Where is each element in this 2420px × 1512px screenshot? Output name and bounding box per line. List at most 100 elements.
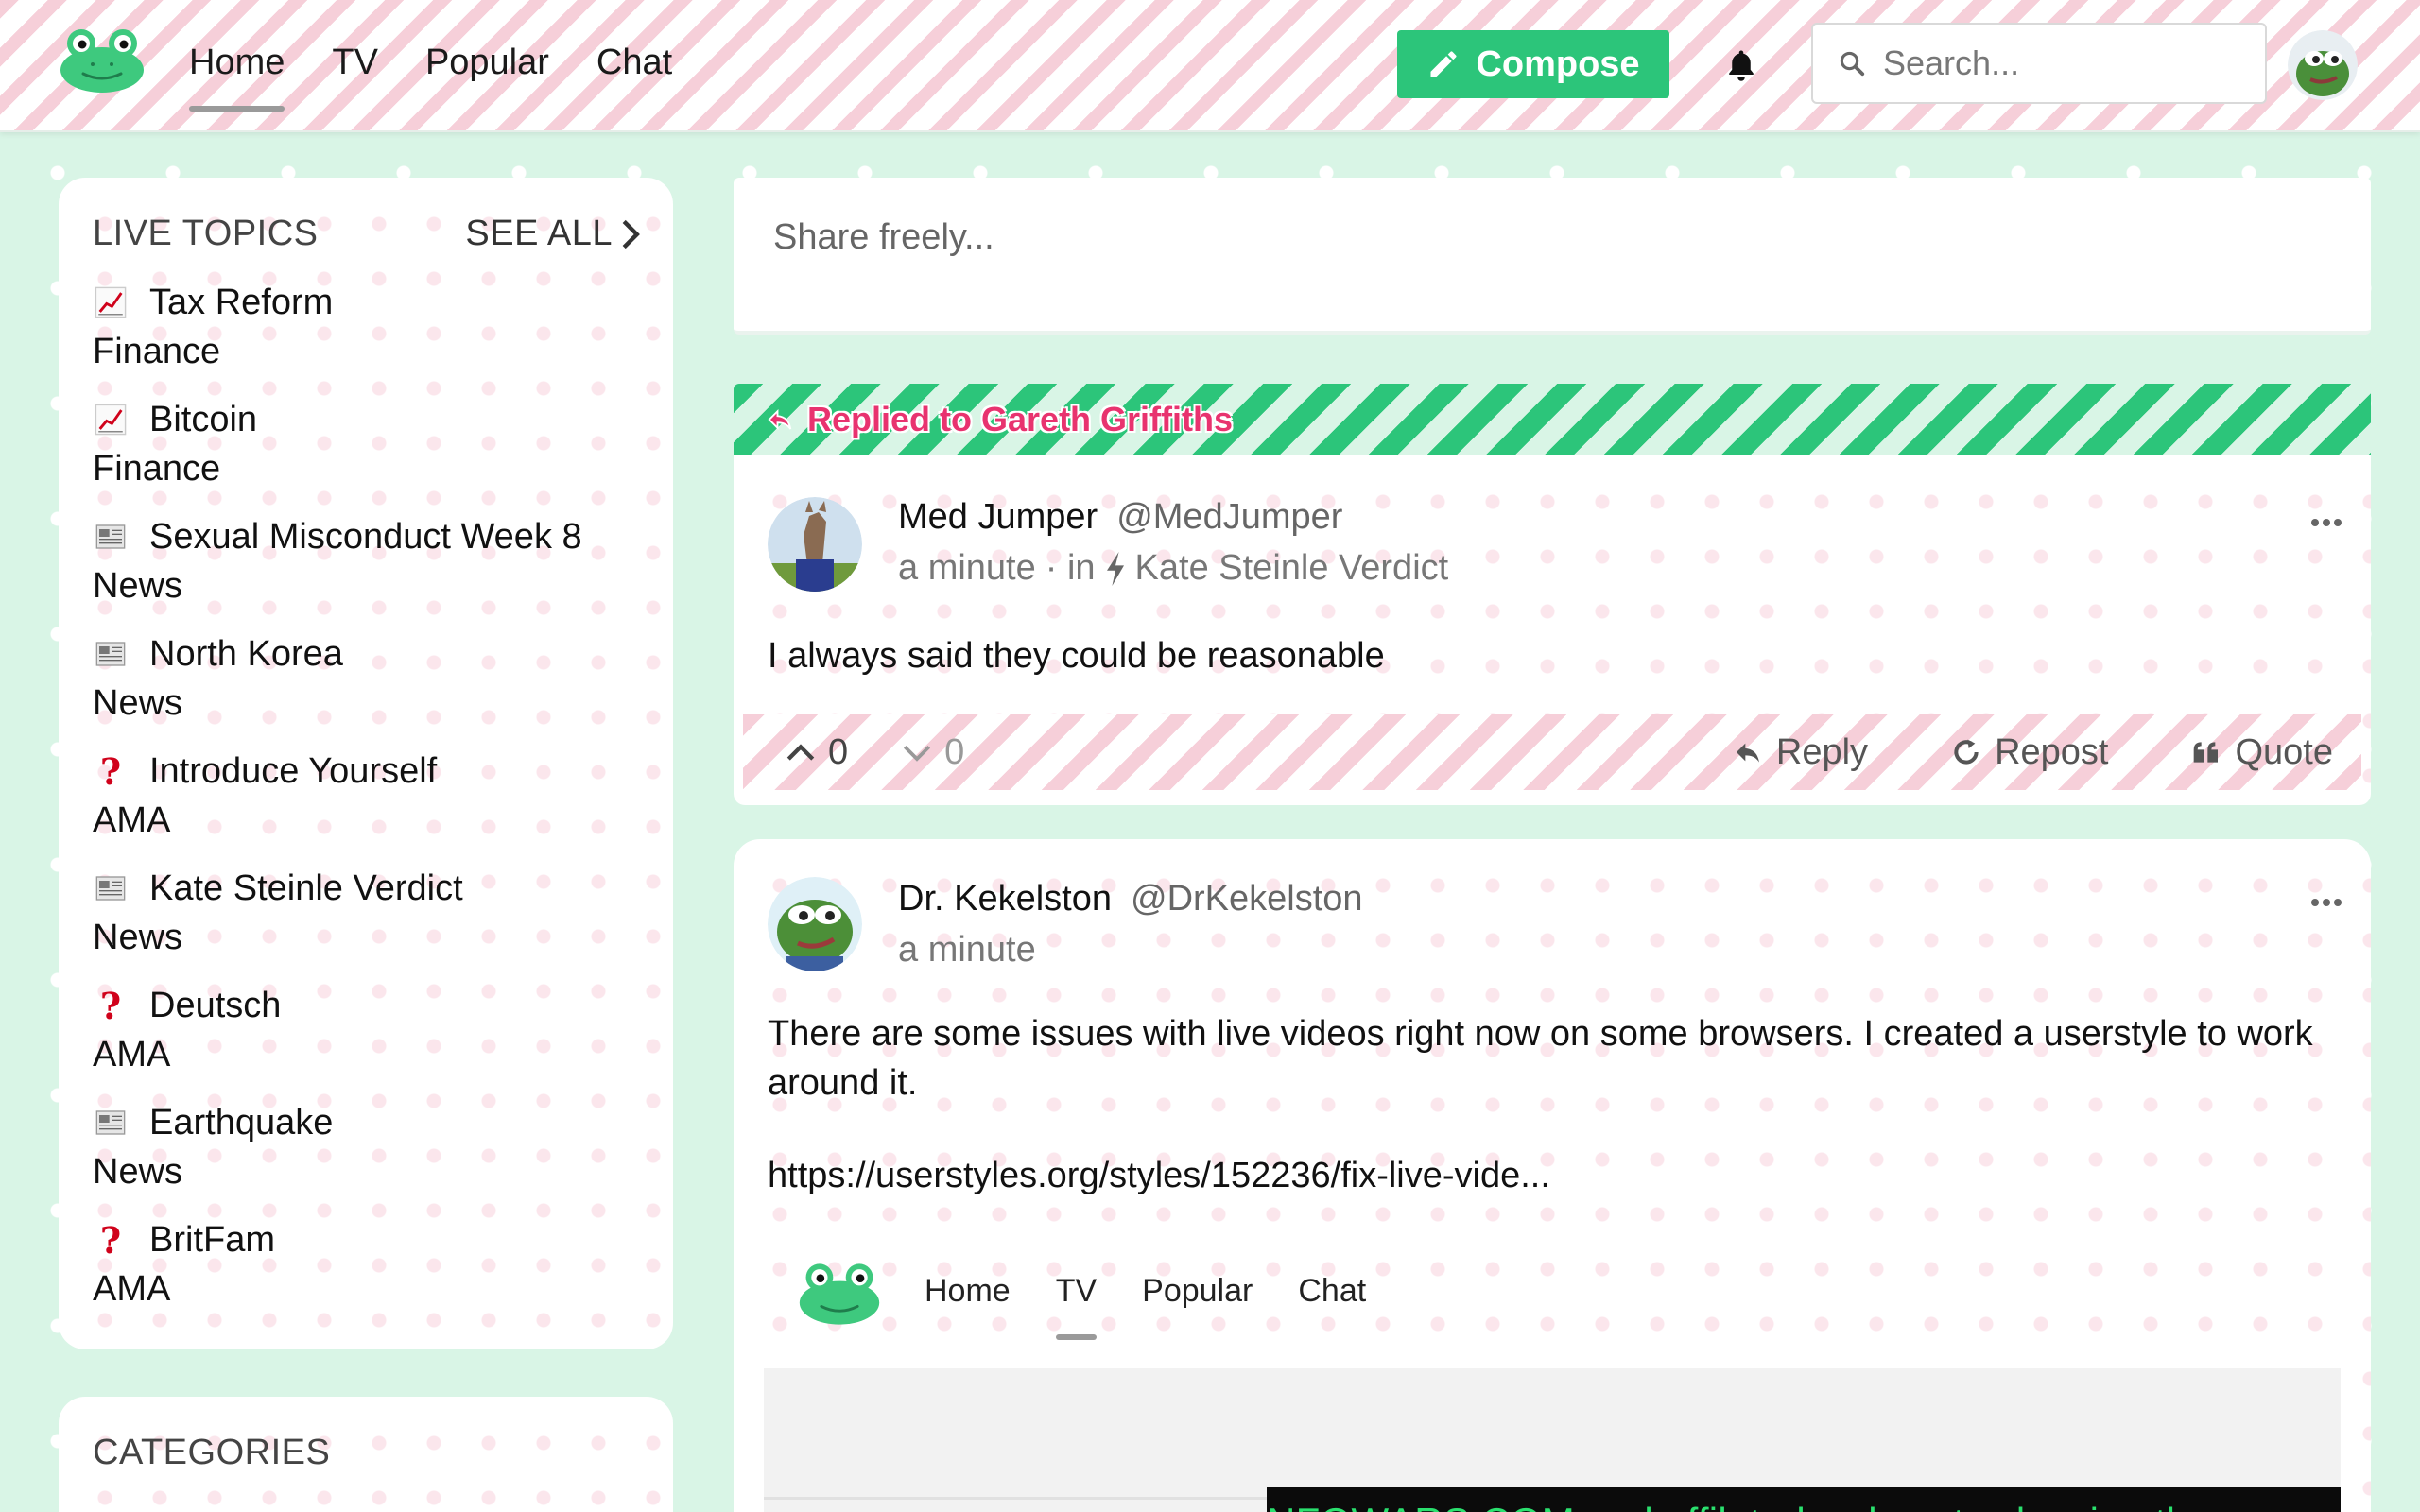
topic-title: Tax Reform bbox=[149, 282, 334, 322]
search-input[interactable] bbox=[1883, 43, 2242, 83]
topic-item[interactable]: Bitcoin Finance bbox=[93, 395, 582, 512]
post-author-handle[interactable]: @DrKekelston bbox=[1131, 879, 1363, 919]
main-nav: Home TV Popular Chat bbox=[189, 0, 696, 132]
notification-bell-icon[interactable] bbox=[1724, 47, 1758, 85]
more-options-icon[interactable] bbox=[2310, 518, 2342, 527]
upvote-button[interactable]: 0 bbox=[785, 732, 848, 773]
topic-title: Introduce Yourself bbox=[149, 750, 438, 791]
reply-banner[interactable]: Replied to Gareth Griffiths bbox=[734, 384, 2371, 455]
post-body: There are some issues with live videos r… bbox=[768, 1014, 2313, 1103]
chart-icon bbox=[93, 402, 129, 438]
downvote-icon bbox=[904, 746, 931, 762]
post-author-row: Med Jumper @MedJumper bbox=[898, 497, 1342, 538]
newspaper-icon bbox=[93, 519, 129, 555]
topic-item[interactable]: Kate Steinle Verdict News bbox=[93, 864, 582, 981]
topic-item[interactable]: Earthquake News bbox=[93, 1098, 582, 1215]
downvote-count: 0 bbox=[944, 731, 965, 772]
nav-home[interactable]: Home bbox=[189, 0, 308, 132]
post-meta: a minute bbox=[898, 930, 1036, 971]
post-topic-link[interactable]: Kate Steinle Verdict bbox=[1135, 548, 1449, 589]
question-icon: ? bbox=[99, 1218, 122, 1262]
quote-button[interactable]: Quote bbox=[2191, 732, 2333, 773]
embed-video-caption: NFOWARS.COM and affilated webcasts showi… bbox=[1267, 1487, 2341, 1512]
live-topics-panel: LIVE TOPICS SEE ALL Tax Reform Finance B… bbox=[59, 178, 673, 1349]
topic-item[interactable]: Tax Reform Finance bbox=[93, 278, 582, 395]
repost-button[interactable]: Repost bbox=[1951, 732, 2108, 773]
lightning-icon bbox=[1106, 551, 1124, 586]
post-composer[interactable] bbox=[734, 178, 2371, 335]
topic-title: BritFam bbox=[149, 1219, 275, 1260]
newspaper-icon bbox=[93, 1105, 129, 1141]
frog-logo-icon bbox=[799, 1263, 880, 1325]
topic-category: Finance bbox=[93, 449, 221, 489]
repost-label: Repost bbox=[1995, 731, 2109, 772]
topic-item[interactable]: North Korea News bbox=[93, 629, 582, 747]
search-icon bbox=[1840, 51, 1865, 77]
more-options-icon[interactable] bbox=[2310, 898, 2342, 907]
topic-category: News bbox=[93, 1152, 183, 1192]
chevron-right-icon bbox=[622, 219, 640, 249]
question-icon: ? bbox=[99, 984, 122, 1027]
composer-input[interactable] bbox=[773, 217, 2286, 258]
search-box[interactable] bbox=[1811, 23, 2267, 104]
topic-title: Earthquake bbox=[149, 1102, 334, 1143]
post-author-name[interactable]: Dr. Kekelston bbox=[898, 879, 1112, 919]
post-time[interactable]: a minute bbox=[898, 930, 1036, 971]
chart-icon bbox=[93, 284, 129, 320]
embed-nav-popular: Popular bbox=[1142, 1273, 1253, 1309]
topic-category: AMA bbox=[93, 1269, 171, 1309]
pencil-icon bbox=[1430, 51, 1457, 77]
topic-title: North Korea bbox=[149, 633, 343, 674]
nav-chat[interactable]: Chat bbox=[573, 0, 696, 132]
topic-item[interactable]: ? BritFam AMA bbox=[93, 1215, 582, 1332]
embed-nav-tv: TV bbox=[1033, 1227, 1119, 1355]
live-topics-header: LIVE TOPICS SEE ALL bbox=[93, 214, 641, 254]
newspaper-icon bbox=[93, 870, 129, 906]
reply-button[interactable]: Reply bbox=[1733, 732, 1868, 773]
reply-arrow-icon bbox=[768, 408, 792, 431]
categories-panel: CATEGORIES bbox=[59, 1397, 673, 1512]
post-time[interactable]: a minute bbox=[898, 548, 1036, 589]
post-in-label: · in bbox=[1045, 548, 1096, 588]
user-avatar[interactable] bbox=[2288, 30, 2358, 100]
topic-category: AMA bbox=[93, 1035, 171, 1074]
live-topics-title: LIVE TOPICS bbox=[93, 214, 319, 253]
post-author-avatar[interactable] bbox=[768, 497, 862, 592]
topic-category: News bbox=[93, 683, 183, 723]
post-author-handle[interactable]: @MedJumper bbox=[1116, 497, 1342, 538]
topic-item[interactable]: ? Introduce Yourself AMA bbox=[93, 747, 582, 864]
nav-tv[interactable]: TV bbox=[308, 0, 402, 132]
post-body: I always said they could be reasonable bbox=[768, 636, 1385, 676]
nav-popular[interactable]: Popular bbox=[402, 0, 573, 132]
embedded-screenshot[interactable]: Home TV Popular Chat NFOWARS.COM and aff… bbox=[764, 1227, 2341, 1512]
quote-icon bbox=[2194, 742, 2219, 763]
quote-label: Quote bbox=[2235, 731, 2333, 772]
post-meta: a minute · in Kate Steinle Verdict bbox=[898, 548, 1448, 589]
topic-list: Tax Reform Finance Bitcoin Finance Sexua… bbox=[93, 278, 582, 1332]
frog-logo-icon[interactable] bbox=[57, 26, 147, 94]
post-author-avatar[interactable] bbox=[768, 877, 862, 971]
topic-title: Bitcoin bbox=[149, 399, 258, 439]
upvote-icon bbox=[786, 744, 815, 761]
topic-title: Kate Steinle Verdict bbox=[149, 868, 463, 908]
embed-nav-home: Home bbox=[925, 1273, 1011, 1309]
post-author-name[interactable]: Med Jumper bbox=[898, 497, 1098, 538]
topic-item[interactable]: ? Deutsch AMA bbox=[93, 981, 582, 1098]
compose-button[interactable]: Compose bbox=[1397, 30, 1669, 98]
upvote-count: 0 bbox=[828, 731, 849, 772]
post-action-bar: 0 0 Reply Repost Quote bbox=[743, 714, 2361, 790]
post-link[interactable]: https://userstyles.org/styles/152236/fix… bbox=[768, 1151, 2314, 1200]
topic-title: Deutsch bbox=[149, 985, 282, 1025]
see-all-link[interactable]: SEE ALL bbox=[465, 214, 641, 254]
reply-icon bbox=[1736, 743, 1759, 763]
topic-category: AMA bbox=[93, 800, 171, 840]
see-all-label: SEE ALL bbox=[465, 214, 613, 253]
post-card: Med Jumper @MedJumper a minute · in Kate… bbox=[734, 455, 2371, 805]
topic-item[interactable]: Sexual Misconduct Week 8 News bbox=[93, 512, 582, 629]
newspaper-icon bbox=[93, 636, 129, 672]
topic-title: Sexual Misconduct Week 8 bbox=[149, 516, 582, 557]
embed-nav-chat: Chat bbox=[1298, 1273, 1367, 1309]
reply-banner-text: Replied to Gareth Griffiths bbox=[807, 400, 1234, 438]
embed-divider bbox=[764, 1497, 1293, 1500]
downvote-button[interactable]: 0 bbox=[901, 732, 964, 773]
